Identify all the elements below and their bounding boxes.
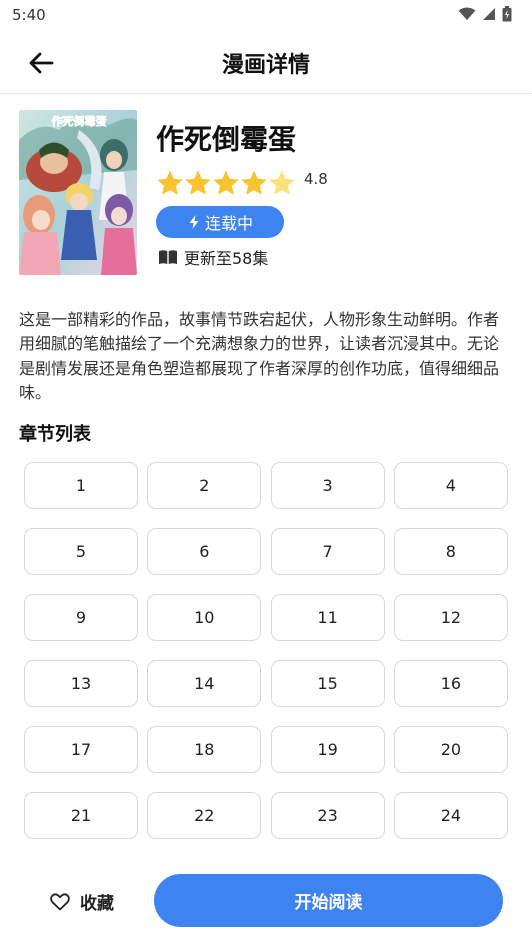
chapter-button[interactable]: 18: [147, 726, 262, 773]
chapter-button[interactable]: 19: [270, 726, 385, 773]
chapter-button[interactable]: 7: [270, 528, 385, 575]
chapter-button[interactable]: 6: [147, 528, 262, 575]
chapter-button[interactable]: 10: [147, 594, 262, 641]
chapter-list-title: 章节列表: [19, 424, 91, 445]
chapter-button[interactable]: 15: [270, 660, 385, 707]
chapter-button[interactable]: 21: [24, 792, 138, 839]
heart-icon: [50, 892, 70, 910]
wifi-icon: [458, 7, 476, 20]
chapter-button[interactable]: 16: [393, 660, 508, 707]
chapter-button[interactable]: 17: [24, 726, 138, 773]
status-icons: [458, 6, 512, 22]
chapter-button[interactable]: 2: [147, 462, 262, 509]
chapter-button[interactable]: 3: [270, 462, 385, 509]
update-info: 更新至58集: [158, 245, 268, 269]
update-text: 更新至58集: [184, 249, 269, 268]
chapter-button[interactable]: 1: [24, 462, 138, 509]
chapter-button[interactable]: 12: [393, 594, 508, 641]
start-reading-button[interactable]: 开始阅读: [154, 874, 503, 927]
star-icon: [213, 170, 239, 195]
status-badge: 连载中: [156, 206, 284, 238]
rating-score: 4.8: [304, 170, 328, 188]
chapter-button[interactable]: 8: [393, 528, 508, 575]
chapter-button[interactable]: 9: [24, 594, 138, 641]
battery-icon: [502, 6, 512, 22]
page-title: 漫画详情: [221, 53, 310, 78]
comic-description: 这是一部精彩的作品，故事情节跌宕起伏，人物形象生动鲜明。作者用细腻的笔触描绘了一…: [19, 310, 500, 402]
chapter-button[interactable]: 14: [147, 660, 262, 707]
app-bar: 漫画详情: [0, 30, 532, 94]
status-label: 连载中: [204, 214, 253, 233]
chapter-button[interactable]: 22: [147, 792, 262, 839]
star-icon: [269, 170, 295, 195]
signal-icon: [483, 8, 495, 20]
chapter-button[interactable]: 5: [24, 528, 138, 575]
status-time: 5:40: [12, 6, 46, 24]
star-icon: [157, 170, 183, 195]
rating-stars: [156, 168, 296, 198]
comic-info: 作死倒霉蛋: [156, 118, 296, 158]
chapter-button[interactable]: 24: [393, 792, 508, 839]
chapter-button[interactable]: 11: [270, 594, 385, 641]
lightning-icon: [189, 215, 199, 229]
cover-caption: 作死倒霉蛋: [52, 114, 108, 128]
bottom-action-bar: 收藏 开始阅读: [0, 860, 532, 946]
favorite-button[interactable]: 收藏: [50, 889, 114, 914]
book-icon: [159, 250, 177, 264]
chapter-button[interactable]: 23: [270, 792, 385, 839]
favorite-label: 收藏: [80, 894, 114, 914]
rating: 4.8: [156, 168, 328, 198]
comic-title: 作死倒霉蛋: [156, 123, 297, 156]
chapter-grid: 1 2 3 4 5 6 7 8 9 10 11 12 13 14 15 16 1…: [24, 462, 508, 839]
star-icon: [241, 170, 267, 195]
chapter-button[interactable]: 20: [393, 726, 508, 773]
comic-cover: 作死倒霉蛋: [19, 110, 137, 275]
chapter-button[interactable]: 13: [24, 660, 138, 707]
chapter-button[interactable]: 4: [393, 462, 508, 509]
status-bar: 5:40: [0, 0, 532, 30]
star-icon: [185, 170, 211, 195]
